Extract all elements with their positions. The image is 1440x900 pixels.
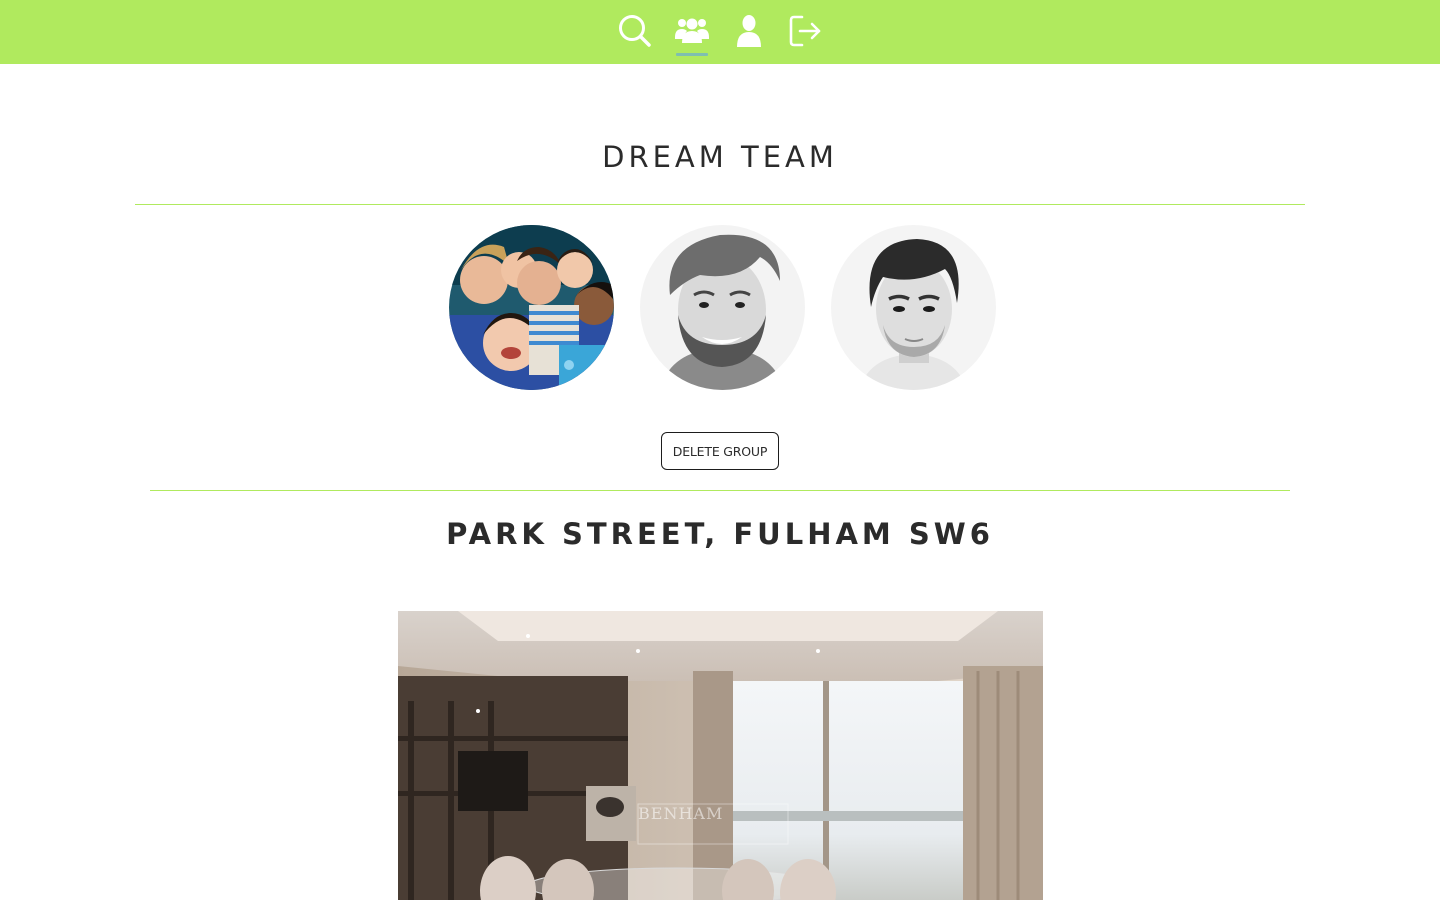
- group-title: DREAM TEAM: [602, 140, 838, 174]
- top-nav: [0, 0, 1440, 64]
- group-members: [449, 225, 996, 390]
- photo-watermark: BENHAM: [638, 804, 724, 823]
- nav-profile[interactable]: [731, 13, 767, 56]
- user-icon: [731, 13, 767, 49]
- member-avatar-1[interactable]: [449, 225, 614, 390]
- nav-icons: [617, 13, 824, 56]
- section-divider: [150, 490, 1290, 491]
- group-divider-top: [135, 204, 1305, 205]
- nav-groups[interactable]: [674, 13, 710, 56]
- member-avatar-3[interactable]: [831, 225, 996, 390]
- nav-search[interactable]: [617, 13, 653, 56]
- dark-haired-man-photo: [831, 225, 996, 390]
- nav-logout[interactable]: [788, 13, 824, 56]
- bearded-man-photo: [640, 225, 805, 390]
- sign-out-icon: [788, 13, 824, 49]
- property-title: PARK STREET, FULHAM SW6: [446, 517, 994, 551]
- users-icon: [674, 13, 710, 49]
- property-photo[interactable]: BENHAM: [398, 611, 1043, 900]
- dining-room-interior-photo: [398, 611, 1043, 900]
- group-selfie-photo: [449, 225, 614, 390]
- member-avatar-2[interactable]: [640, 225, 805, 390]
- delete-group-button[interactable]: DELETE GROUP: [661, 432, 779, 470]
- search-icon: [617, 13, 653, 49]
